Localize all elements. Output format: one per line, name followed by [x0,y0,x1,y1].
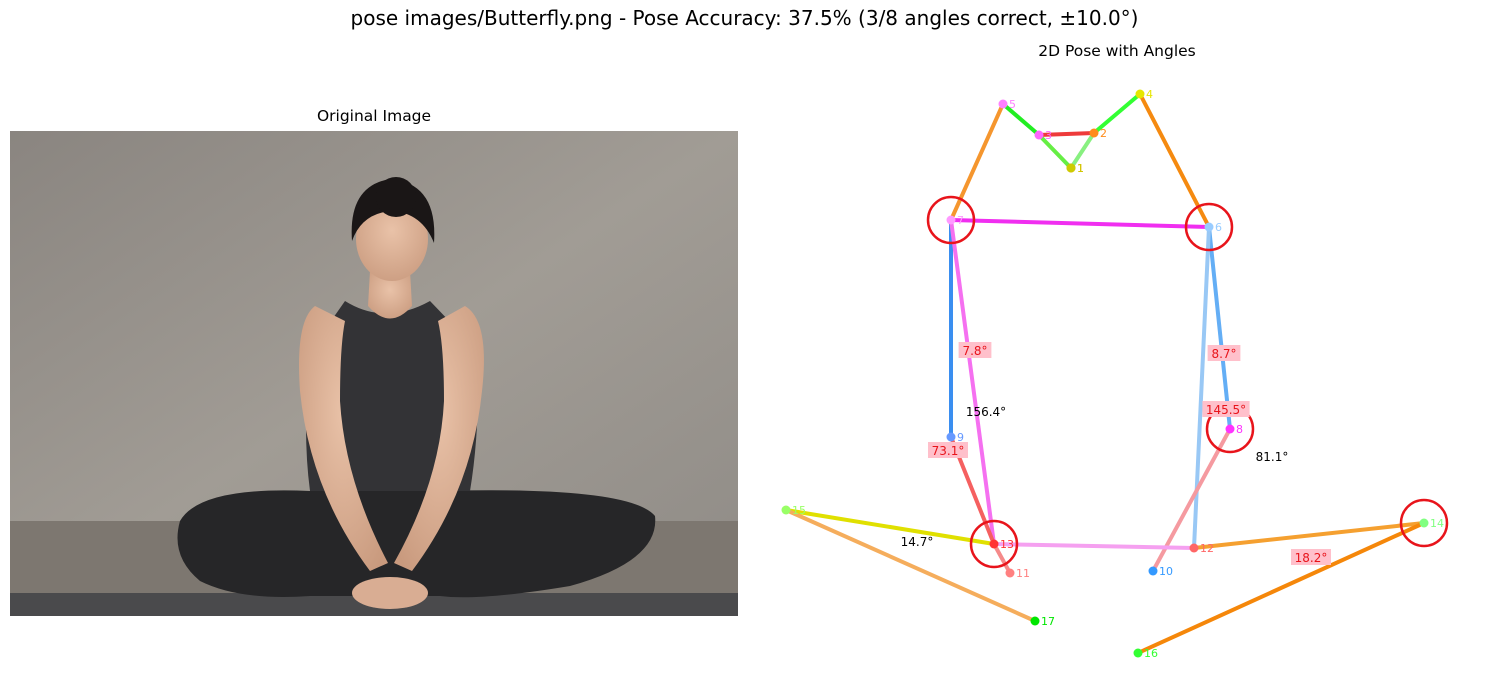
bone-6-8 [1207,225,1232,431]
keypoint-17 [1030,616,1040,626]
keypoint-7 [946,215,956,225]
angle-label-8: 18.2° [1291,549,1331,565]
keypoint-6 [1204,222,1214,232]
bone-5-7 [949,102,1005,222]
bone-6-12 [1192,225,1211,550]
keypoint-5 [998,99,1008,109]
keypoint-label-8: 8 [1236,423,1243,436]
keypoint-label-16: 16 [1144,647,1158,660]
angle-label-3: 156.4° [966,405,1006,419]
keypoint-14 [1419,518,1429,528]
keypoint-13 [989,539,999,549]
keypoint-12 [1189,543,1199,553]
pose-skeleton-plot: 123456789101112131415161717.8° 8.7°156.4°… [781,88,1449,660]
keypoint-label-4: 4 [1146,88,1153,101]
angle-value-3: 156.4° [966,405,1006,419]
angle-label-2: 8.7° [1207,345,1241,361]
angle-value-1: 7.8° [962,344,987,358]
keypoint-label-1b: 1 [1077,162,1084,175]
angle-value-2: 8.7° [1211,347,1236,361]
keypoint-15 [781,505,791,515]
keypoint-1b [1066,163,1076,173]
keypoint-16 [1133,648,1143,658]
keypoint-label-13: 13 [1000,538,1014,551]
keypoint-label-5: 5 [1009,98,1016,111]
keypoint-label-11: 11 [1016,567,1030,580]
keypoint-10 [1148,566,1158,576]
keypoint-label-17: 17 [1041,615,1055,628]
keypoint-label-6: 6 [1215,221,1222,234]
angle-label-6: 81.1° [1256,450,1289,464]
angle-value-7: 14.7° [901,535,934,549]
angle-label-1: 7.8° [958,342,992,358]
bone-15-13 [784,508,996,546]
bone-14-16 [1136,521,1426,655]
bone-3-1 [1037,133,1073,170]
keypoint-4 [1135,89,1145,99]
keypoint-3 [1034,130,1044,140]
keypoint-label-14: 14 [1430,517,1444,530]
keypoint-2 [1089,128,1099,138]
bone-7-6 [949,218,1211,229]
angle-label-4: 145.5° [1202,401,1250,417]
angle-label-7: 14.7° [901,535,934,549]
keypoint-8 [1225,424,1235,434]
bone-13-12 [992,542,1196,550]
angle-value-6: 81.1° [1256,450,1289,464]
keypoint-11 [1005,568,1015,578]
bone-12-14 [1192,521,1426,550]
keypoint-label-12: 12 [1200,542,1214,555]
keypoint-label-10: 10 [1159,565,1173,578]
keypoint-9 [946,432,956,442]
angle-value-5: 73.1° [932,444,965,458]
angle-value-4: 145.5° [1206,403,1246,417]
keypoint-label-3: 3 [1045,129,1052,142]
keypoint-label-7: 7 [957,214,964,227]
keypoint-label-2: 2 [1100,127,1107,140]
angle-label-5: 73.1° [928,442,968,458]
angle-value-8: 18.2° [1295,551,1328,565]
keypoint-label-15: 15 [792,504,806,517]
